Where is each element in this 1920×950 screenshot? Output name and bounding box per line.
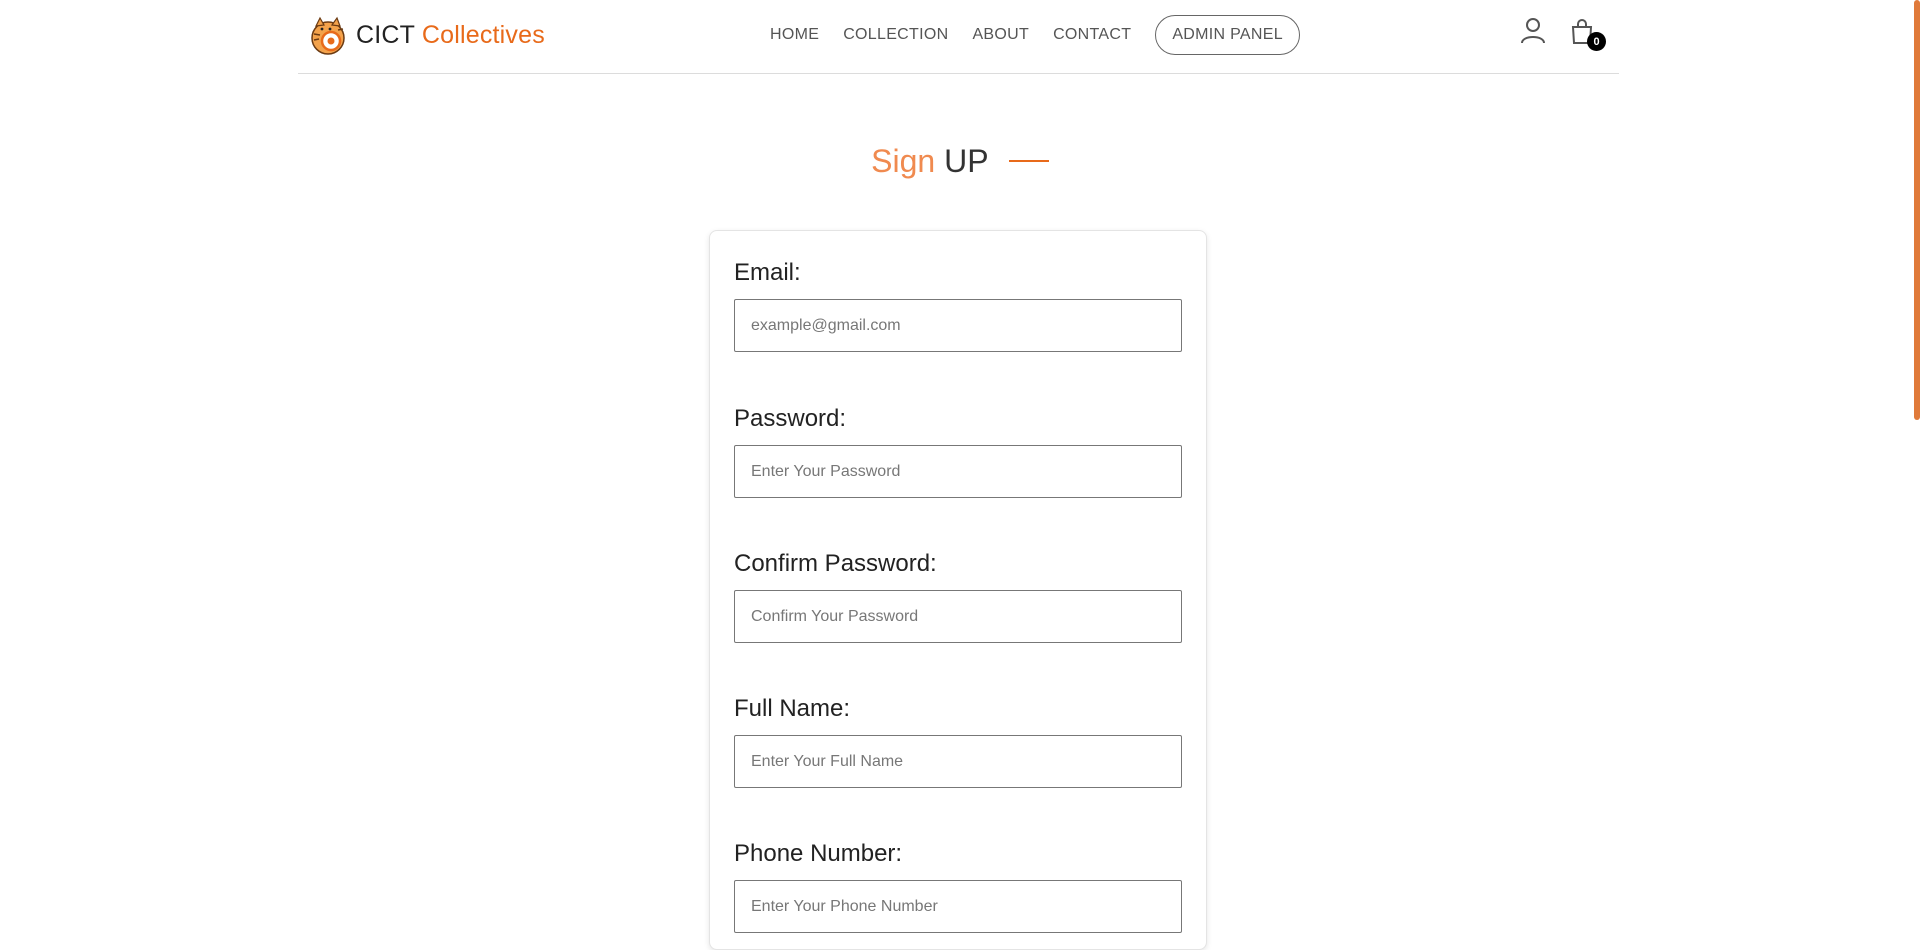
title-underline-decoration <box>1008 159 1049 162</box>
brand-prefix: CICT <box>356 20 415 49</box>
password-label: Password: <box>734 405 847 432</box>
nav-contact[interactable]: CONTACT <box>1053 26 1131 44</box>
brand-accent: Collectives <box>421 20 545 49</box>
page-scrollbar[interactable] <box>1914 0 1920 420</box>
full-name-field[interactable] <box>734 735 1182 788</box>
email-field[interactable] <box>734 299 1182 352</box>
site-header: CICT Collectives HOME COLLECTION ABOUT C… <box>298 0 1619 74</box>
password-field[interactable] <box>734 445 1182 498</box>
user-icon[interactable] <box>1520 17 1546 45</box>
email-label: Email: <box>734 259 801 286</box>
signup-form-card: Email: Password: Confirm Password: Full … <box>709 230 1207 950</box>
full-name-label: Full Name: <box>734 695 851 722</box>
brand-logo[interactable]: CICT Collectives <box>308 14 545 56</box>
phone-number-field[interactable] <box>734 880 1182 933</box>
confirm-password-field[interactable] <box>734 590 1182 643</box>
nav-collection[interactable]: COLLECTION <box>843 26 948 44</box>
nav-home[interactable]: HOME <box>770 26 819 44</box>
admin-panel-button[interactable]: ADMIN PANEL <box>1155 15 1300 55</box>
nav-about[interactable]: ABOUT <box>972 26 1029 44</box>
cart-count-badge: 0 <box>1587 32 1606 51</box>
main-nav: HOME COLLECTION ABOUT CONTACT ADMIN PANE… <box>770 15 1300 55</box>
tiger-mascot-icon <box>311 16 345 55</box>
page-title: Sign UP <box>0 143 1920 180</box>
title-accent: Sign <box>871 143 936 179</box>
brand-name: CICT Collectives <box>356 21 545 50</box>
confirm-password-label: Confirm Password: <box>734 550 937 577</box>
phone-number-label: Phone Number: <box>734 840 903 867</box>
title-rest: UP <box>944 143 988 179</box>
